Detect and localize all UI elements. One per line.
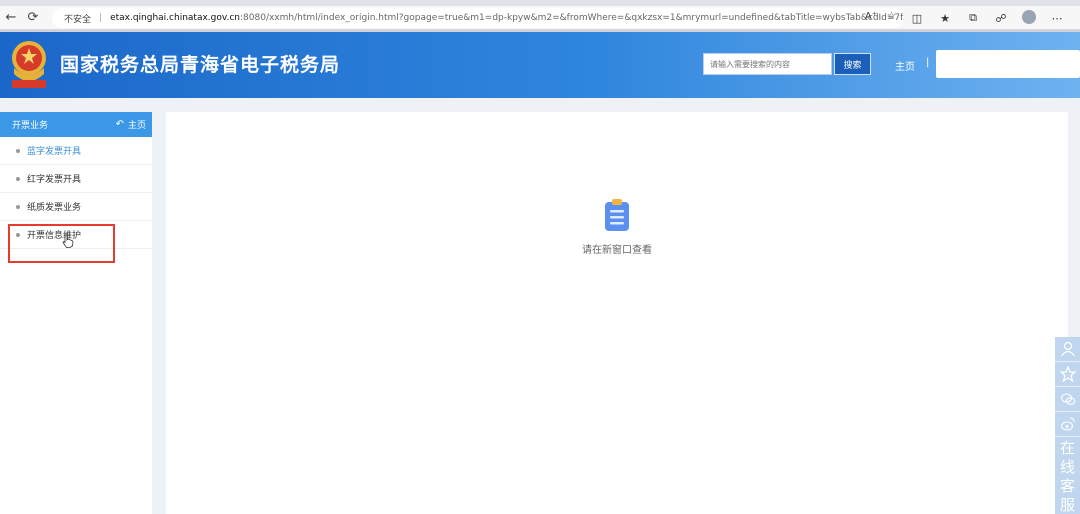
insecure-label: 不安全 <box>64 14 92 25</box>
favorite-star-icon[interactable]: ☆ <box>887 11 896 22</box>
url-path: :8080/xxmh/html/index_origin.html?gopage… <box>240 13 904 23</box>
split-screen-icon[interactable]: ◫ <box>910 12 924 25</box>
header-gap <box>0 98 1080 112</box>
favorites-icon[interactable]: ★ <box>938 12 952 25</box>
url-host: etax.qinghai.chinatax.gov.cn <box>110 13 241 23</box>
floating-service-bar: 在 线 客 服 <box>1055 337 1080 514</box>
extensions-icon[interactable]: ☍ <box>994 12 1008 25</box>
site-header: 国家税务总局青海省电子税务局 搜索 主页 | <box>0 32 1080 98</box>
sidebar: 开票业务 ↶ 主页 蓝字发票开具 红字发票开具 纸质发票业务 开票信息维护 <box>0 112 152 514</box>
home-link[interactable]: 主页 <box>895 58 915 73</box>
star-icon <box>1059 366 1076 382</box>
site-title: 国家税务总局青海省电子税务局 <box>60 54 341 76</box>
cs-char: 在 <box>1059 438 1075 457</box>
address-separator: | <box>99 13 103 23</box>
browser-toolbar: ← ⟳ 不安全 | etax.qinghai.chinatax.gov.cn :… <box>0 6 1080 30</box>
sidebar-home-label: 主页 <box>127 121 146 131</box>
sidebar-header: 开票业务 ↶ 主页 <box>0 112 152 137</box>
bullet-icon <box>16 204 20 209</box>
main-content: 请在新窗口查看 <box>166 112 1068 514</box>
float-wechat-button[interactable] <box>1055 387 1080 412</box>
weibo-icon <box>1060 417 1075 431</box>
hand-cursor-icon <box>62 234 74 248</box>
cs-char: 客 <box>1059 476 1075 495</box>
empty-state-message: 请在新窗口查看 <box>582 245 652 256</box>
float-user-button[interactable] <box>1055 337 1080 362</box>
float-weibo-button[interactable] <box>1055 412 1080 437</box>
sidebar-item-red-invoice[interactable]: 红字发票开具 <box>0 165 152 193</box>
home-separator: | <box>926 57 930 68</box>
user-info-panel <box>936 50 1080 78</box>
sidebar-item-label: 蓝字发票开具 <box>27 147 82 157</box>
back-arrow-icon[interactable]: ← <box>0 7 22 29</box>
sidebar-item-label: 纸质发票业务 <box>27 203 82 213</box>
address-bar[interactable]: 不安全 | etax.qinghai.chinatax.gov.cn :8080… <box>52 8 904 28</box>
return-arrow-icon: ↶ <box>115 119 124 130</box>
collections-icon[interactable]: ⧉ <box>966 11 980 25</box>
refresh-icon[interactable]: ⟳ <box>22 7 44 29</box>
search-input[interactable] <box>703 53 832 75</box>
bullet-icon <box>16 176 20 181</box>
user-icon <box>1060 341 1075 357</box>
wechat-icon <box>1060 393 1075 405</box>
cs-char: 服 <box>1059 495 1075 514</box>
bullet-icon <box>16 148 20 153</box>
sidebar-item-blue-invoice[interactable]: 蓝字发票开具 <box>0 137 152 165</box>
clipboard-icon <box>605 199 629 231</box>
sidebar-title: 开票业务 <box>12 121 49 131</box>
read-aloud-icon[interactable]: A⁺ <box>865 11 877 22</box>
profile-avatar[interactable] <box>1022 9 1036 27</box>
online-customer-service-button[interactable]: 在 线 客 服 <box>1055 437 1080 514</box>
cs-char: 线 <box>1059 457 1075 476</box>
sidebar-item-paper-invoice[interactable]: 纸质发票业务 <box>0 193 152 221</box>
more-menu-icon[interactable]: ⋯ <box>1050 12 1064 25</box>
sidebar-home-link[interactable]: ↶ 主页 <box>116 118 146 131</box>
page-margin <box>1068 112 1080 337</box>
tax-emblem-logo <box>12 41 46 88</box>
float-favorite-button[interactable] <box>1055 362 1080 387</box>
sidebar-item-label: 红字发票开具 <box>27 175 82 185</box>
search-button[interactable]: 搜索 <box>834 53 871 75</box>
